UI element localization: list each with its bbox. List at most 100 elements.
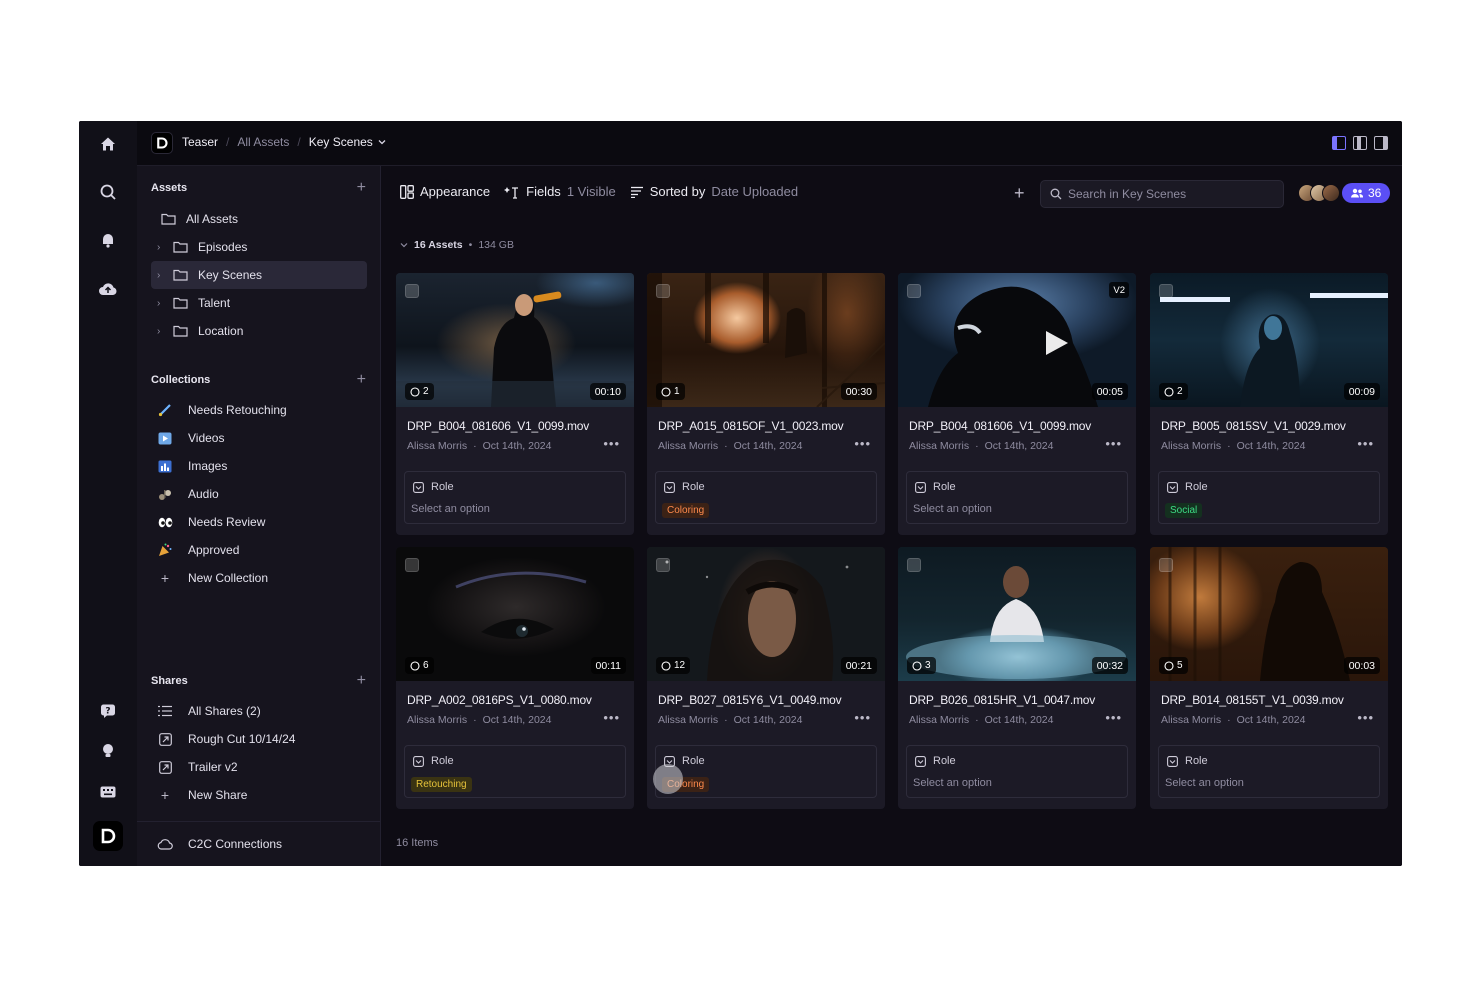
select-checkbox[interactable] [405,558,419,572]
chevron-right-icon[interactable]: › [157,326,169,337]
breadcrumb-parent[interactable]: All Assets [237,135,289,149]
asset-filename[interactable]: DRP_B014_08155T_V1_0039.mov [1161,693,1344,707]
sidebar-item-needs-retouching[interactable]: Needs Retouching [151,396,367,424]
chevron-right-icon[interactable]: › [157,298,169,309]
version-badge[interactable]: V2 [1109,282,1129,298]
sidebar-item-location[interactable]: › Location [151,317,367,345]
play-icon[interactable] [1046,331,1068,355]
asset-thumbnail[interactable]: 6 00:11 [396,547,634,681]
asset-filename[interactable]: DRP_B026_0815HR_V1_0047.mov [909,693,1095,707]
role-field[interactable]: Role Select an option [404,471,626,524]
role-field[interactable]: Role Social [1158,471,1380,524]
members-group[interactable]: 36 [1298,183,1391,203]
asset-thumbnail[interactable]: 5 00:03 [1150,547,1388,681]
comment-count-badge[interactable]: 5 [1159,657,1188,674]
role-field[interactable]: Role Coloring [655,745,877,798]
bell-icon[interactable] [96,228,120,252]
comment-count-badge[interactable]: 2 [1159,383,1188,400]
sidebar-item-needs-review[interactable]: Needs Review [151,508,367,536]
select-checkbox[interactable] [656,284,670,298]
more-options-icon[interactable]: ••• [854,436,871,451]
app-logo-button[interactable] [93,821,123,851]
role-select[interactable]: Select an option [913,777,992,789]
asset-card[interactable]: V2 00:05 DRP_B004_081606_V1_0099.mov Ali… [898,273,1136,535]
more-options-icon[interactable]: ••• [1105,436,1122,451]
more-options-icon[interactable]: ••• [1357,710,1374,725]
more-options-icon[interactable]: ••• [1357,436,1374,451]
layout-center-icon[interactable] [1353,136,1367,150]
asset-thumbnail[interactable]: 2 00:09 [1150,273,1388,407]
role-field[interactable]: Role Select an option [1158,745,1380,798]
asset-card[interactable]: 5 00:03 DRP_B014_08155T_V1_0039.mov Alis… [1150,547,1388,809]
sidebar-item-episodes[interactable]: › Episodes [151,233,367,261]
more-options-icon[interactable]: ••• [603,436,620,451]
add-share-button[interactable]: + [357,673,366,689]
layout-left-panel-icon[interactable] [1332,136,1346,150]
home-icon[interactable] [96,132,120,156]
asset-card[interactable]: 6 00:11 DRP_A002_0816PS_V1_0080.mov Alis… [396,547,634,809]
asset-thumbnail[interactable]: 12 00:21 [647,547,885,681]
sidebar-item-all-shares[interactable]: All Shares (2) [151,697,367,725]
sidebar-item-talent[interactable]: › Talent [151,289,367,317]
breadcrumb-current[interactable]: Key Scenes [309,135,386,149]
role-select[interactable]: Select an option [1165,777,1244,789]
chevron-right-icon[interactable]: › [157,270,169,281]
new-collection-button[interactable]: + New Collection [151,564,367,592]
asset-card[interactable]: 3 00:32 DRP_B026_0815HR_V1_0047.mov Alis… [898,547,1136,809]
asset-filename[interactable]: DRP_A002_0816PS_V1_0080.mov [407,693,592,707]
sidebar-item-key-scenes[interactable]: › Key Scenes [151,261,367,289]
sidebar-item-videos[interactable]: Videos [151,424,367,452]
workspace-logo-icon[interactable] [151,132,173,154]
cloud-upload-icon[interactable] [96,277,120,301]
role-select[interactable]: Select an option [913,503,992,515]
layout-right-panel-icon[interactable] [1374,136,1388,150]
asset-thumbnail[interactable]: 3 00:32 [898,547,1136,681]
select-checkbox[interactable] [1159,284,1173,298]
asset-filename[interactable]: DRP_B027_0815Y6_V1_0049.mov [658,693,842,707]
sort-button[interactable]: Sorted by Date Uploaded [630,184,798,199]
breadcrumb-workspace[interactable]: Teaser [182,135,218,149]
help-icon[interactable]: ? [96,699,120,723]
asset-card[interactable]: 2 00:09 DRP_B005_0815SV_V1_0029.mov Alis… [1150,273,1388,535]
sidebar-item-approved[interactable]: Approved [151,536,367,564]
role-tag-coloring[interactable]: Coloring [662,503,710,518]
asset-filename[interactable]: DRP_B004_081606_V1_0099.mov [407,419,589,433]
comment-count-badge[interactable]: 6 [405,657,434,674]
role-select[interactable]: Select an option [411,503,490,515]
select-checkbox[interactable] [1159,558,1173,572]
keyboard-icon[interactable] [96,780,120,804]
chevron-right-icon[interactable]: › [157,242,169,253]
select-checkbox[interactable] [907,558,921,572]
asset-card[interactable]: 1 00:30 DRP_A015_0815OF_V1_0023.mov Alis… [647,273,885,535]
select-checkbox[interactable] [405,284,419,298]
asset-thumbnail[interactable]: 1 00:30 [647,273,885,407]
sidebar-item-trailer-v2[interactable]: Trailer v2 [151,753,367,781]
comment-count-badge[interactable]: 3 [907,657,936,674]
asset-card[interactable]: 12 00:21 DRP_B027_0815Y6_V1_0049.mov Ali… [647,547,885,809]
comment-count-badge[interactable]: 1 [656,383,685,400]
more-options-icon[interactable]: ••• [603,710,620,725]
role-field[interactable]: Role Coloring [655,471,877,524]
new-share-button[interactable]: + New Share [151,781,367,809]
role-field[interactable]: Role Select an option [906,471,1128,524]
role-field[interactable]: Role Select an option [906,745,1128,798]
role-tag-social[interactable]: Social [1165,503,1203,518]
add-asset-folder-button[interactable]: + [357,180,366,196]
asset-thumbnail[interactable]: V2 00:05 [898,273,1136,407]
lightbulb-icon[interactable] [96,739,120,763]
more-options-icon[interactable]: ••• [854,710,871,725]
select-checkbox[interactable] [656,558,670,572]
search-input[interactable]: Search in Key Scenes [1040,180,1284,208]
sidebar-item-rough-cut[interactable]: Rough Cut 10/14/24 [151,725,367,753]
asset-card[interactable]: 2 00:10 DRP_B004_081606_V1_0099.mov Alis… [396,273,634,535]
role-tag-retouching[interactable]: Retouching [411,777,472,792]
sidebar-item-images[interactable]: Images [151,452,367,480]
asset-filename[interactable]: DRP_B004_081606_V1_0099.mov [909,419,1091,433]
appearance-button[interactable]: Appearance [400,184,490,199]
asset-filename[interactable]: DRP_A015_0815OF_V1_0023.mov [658,419,844,433]
add-asset-button[interactable]: + [1014,183,1025,204]
fields-button[interactable]: Fields 1 Visible [504,184,616,199]
role-field[interactable]: Role Retouching [404,745,626,798]
asset-thumbnail[interactable]: 2 00:10 [396,273,634,407]
select-checkbox[interactable] [907,284,921,298]
